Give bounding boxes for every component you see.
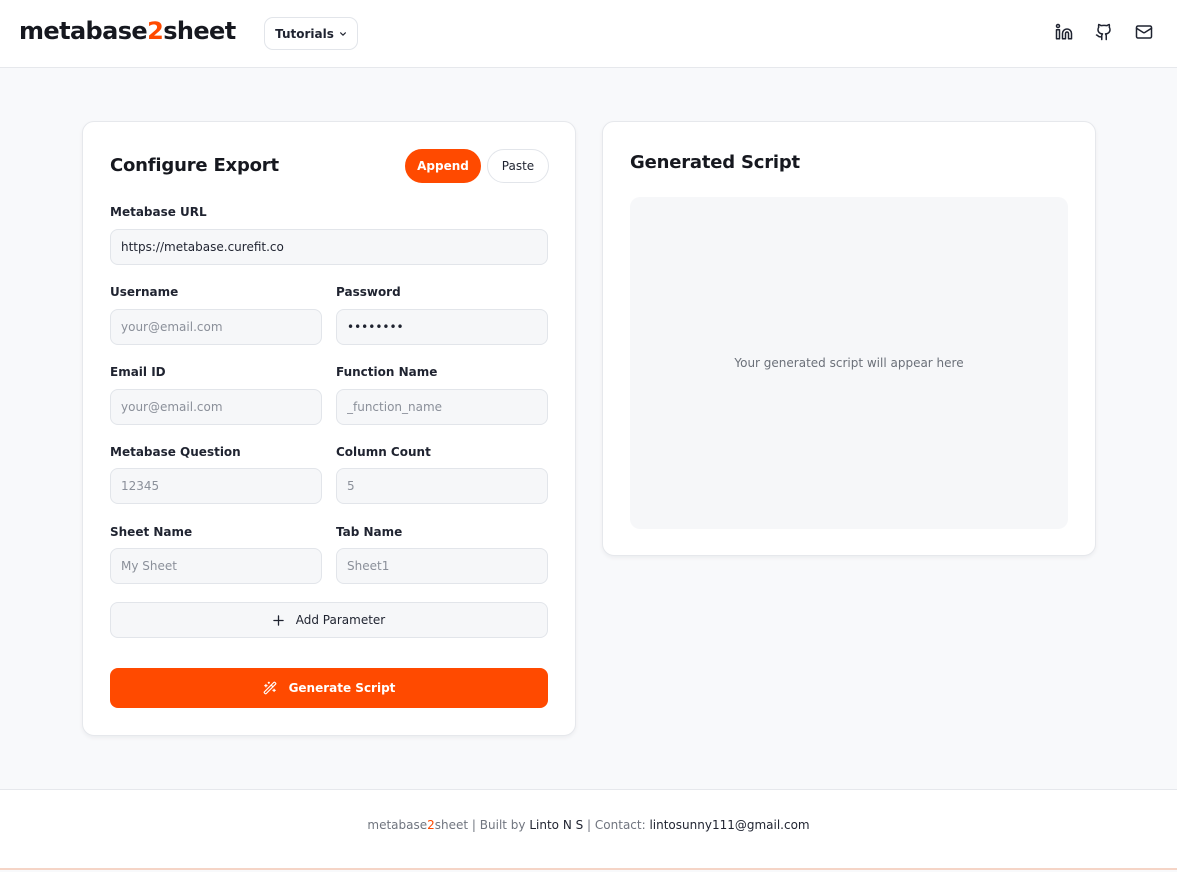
sheet-name-label: Sheet Name [110,525,193,539]
metabase-question-input[interactable] [110,468,322,504]
metabase-question-label: Metabase Question [110,445,241,459]
footer-brand-accent: 2 [427,818,435,832]
linkedin-icon [1055,23,1073,40]
github-link[interactable] [1094,22,1114,42]
linkedin-link[interactable] [1054,22,1074,42]
sheet-name-input[interactable] [110,548,322,584]
add-parameter-button[interactable]: Add Parameter [110,602,548,638]
footer-contact-prefix: | Contact: [583,818,650,832]
plus-icon [273,614,284,626]
configure-export-title: Configure Export [110,155,279,176]
script-output-area[interactable]: Your generated script will appear here [630,197,1068,529]
brand-name-part: sheet [163,17,236,45]
tab-name-input[interactable] [336,548,548,584]
chevron-down-icon [339,31,346,36]
column-count-label: Column Count [336,445,431,459]
tutorials-dropdown[interactable]: Tutorials [264,17,358,50]
function-name-label: Function Name [336,365,438,379]
brand-name-part: metabase [19,17,148,45]
email-id-input[interactable] [110,389,322,425]
github-icon [1095,23,1111,41]
paste-mode-button[interactable]: Paste [487,149,549,183]
footer-built-by: | Built by [468,818,530,832]
magic-wand-icon [263,681,276,695]
username-label: Username [110,285,179,299]
generate-script-label: Generate Script [288,681,396,695]
configure-export-card: Configure Export Append Paste Metabase U… [82,121,576,736]
footer-email-link[interactable]: lintosunny111@gmail.com [649,818,809,832]
metabase-url-input[interactable] [110,229,548,265]
footer-text: metabase2sheet | Built by Linto N S | Co… [0,818,1177,832]
top-header: metabase2sheet Tutorials [0,0,1177,68]
mail-icon [1135,25,1153,39]
append-mode-button[interactable]: Append [405,149,481,183]
generate-script-button[interactable]: Generate Script [110,668,548,708]
generated-script-title: Generated Script [630,152,800,173]
tab-name-label: Tab Name [336,525,403,539]
username-input[interactable] [110,309,322,345]
function-name-input[interactable] [336,389,548,425]
add-parameter-label: Add Parameter [295,613,386,627]
footer-brand-part: sheet [434,818,469,832]
mail-link[interactable] [1134,22,1154,42]
footer-author-link[interactable]: Linto N S [529,818,583,832]
column-count-input[interactable] [336,468,548,504]
page-footer: metabase2sheet | Built by Linto N S | Co… [0,789,1177,870]
brand-logo[interactable]: metabase2sheet [19,17,236,45]
metabase-url-label: Metabase URL [110,205,207,219]
brand-name-accent: 2 [147,17,164,45]
generated-script-card: Generated Script Your generated script w… [602,121,1096,556]
email-id-label: Email ID [110,365,166,379]
tutorials-label: Tutorials [275,26,334,41]
footer-brand-part: metabase [367,818,428,832]
password-label: Password [336,285,401,299]
script-placeholder-text: Your generated script will appear here [734,356,964,370]
password-input[interactable] [336,309,548,345]
